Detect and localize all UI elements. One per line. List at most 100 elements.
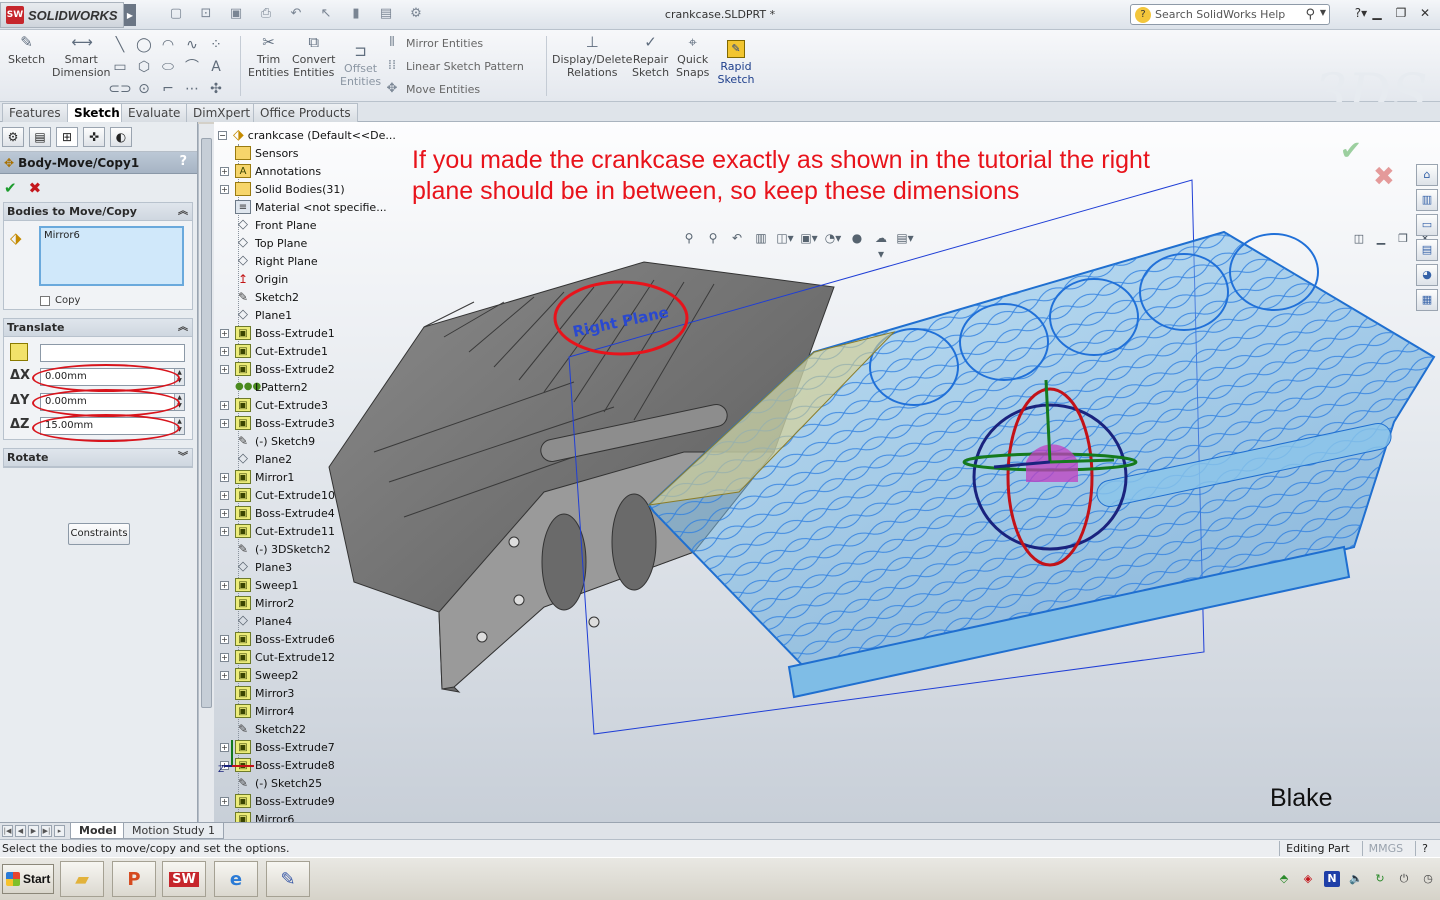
section-view-icon[interactable]: ▥: [752, 230, 770, 246]
tree-item[interactable]: + ▣ Sweep2: [220, 666, 299, 684]
search-dropdown-icon[interactable]: ▼: [1320, 8, 1326, 17]
tree-item[interactable]: + A Annotations: [220, 162, 321, 180]
sketch-picture-icon[interactable]: ✣: [204, 78, 228, 100]
tray-power-icon[interactable]: ⏻: [1396, 871, 1412, 887]
expand-icon[interactable]: +: [220, 328, 229, 338]
first-tab-icon[interactable]: |◀: [2, 825, 13, 837]
panel-scrollbar[interactable]: [198, 124, 214, 822]
taskbar-internet-explorer-icon[interactable]: e: [214, 861, 258, 897]
cancel-x-icon[interactable]: ✖: [29, 179, 42, 197]
confirm-ok-check-icon[interactable]: ✔: [1340, 136, 1362, 166]
tree-item[interactable]: + ▣ Cut-Extrude1: [220, 342, 328, 360]
collapse-icon[interactable]: −: [218, 130, 227, 140]
minimize-icon[interactable]: ▁: [1368, 5, 1386, 21]
text-icon[interactable]: A: [204, 56, 228, 78]
copy-checkbox[interactable]: [40, 295, 50, 306]
collapse-icon[interactable]: ︽: [178, 319, 188, 337]
tree-item[interactable]: + ▣ Cut-Extrude11: [220, 522, 335, 540]
rapid-sketch-command[interactable]: ✎ Rapid Sketch: [714, 36, 758, 88]
expand-icon[interactable]: +: [220, 652, 229, 662]
sketch-command[interactable]: ✎ Sketch: [8, 33, 45, 66]
point-icon[interactable]: ⁘: [204, 34, 228, 56]
property-manager-tab-icon[interactable]: ▤: [29, 127, 51, 147]
custom-properties-icon[interactable]: ▦: [1416, 289, 1438, 311]
view-orientation-icon[interactable]: ◫▾: [776, 230, 794, 246]
tab-dimxpert[interactable]: DimXpert: [186, 103, 258, 122]
undo-icon[interactable]: ↶: [285, 6, 307, 22]
menu-flyout-arrow-icon[interactable]: ▶: [124, 4, 136, 26]
restore-icon[interactable]: ❐: [1392, 5, 1410, 21]
next-tab-icon[interactable]: ▶: [28, 825, 39, 837]
design-library-icon[interactable]: ▥: [1416, 189, 1438, 211]
rotate-group-header[interactable]: Rotate ︾: [4, 449, 192, 467]
rectangle-icon[interactable]: ▭: [108, 56, 132, 78]
expand-icon[interactable]: +: [220, 580, 229, 590]
file-properties-icon[interactable]: ▤: [375, 6, 397, 22]
linear-pattern-command[interactable]: ⁞⁞ Linear Sketch Pattern: [384, 59, 524, 73]
configuration-manager-tab-icon[interactable]: ⊞: [56, 127, 78, 147]
taskbar-explorer-icon[interactable]: ▰: [60, 861, 104, 897]
collapse-icon[interactable]: ︽: [178, 203, 188, 221]
graphics-area[interactable]: Right Plane ⚲ ⚲ ↶ ▥ ◫▾ ▣▾ ◔▾ ● ☁▾ ▤▾ ◫ ▁…: [214, 122, 1440, 822]
taskbar-solidworks-icon[interactable]: SW: [162, 861, 206, 897]
hide-show-items-icon[interactable]: ◔▾: [824, 230, 842, 246]
tree-item[interactable]: + ▣ Mirror1: [220, 468, 294, 486]
tree-item[interactable]: ●●● LPattern2: [220, 378, 308, 396]
slot-icon[interactable]: ⊂⊃: [108, 78, 132, 100]
tree-item[interactable]: ◇ Plane3: [220, 558, 292, 576]
bodies-group-header[interactable]: Bodies to Move/Copy ︽: [4, 203, 192, 221]
smart-dimension-command[interactable]: ⟷ Smart Dimension: [52, 33, 110, 79]
solidworks-resources-icon[interactable]: ⌂: [1416, 164, 1438, 186]
tray-volume-icon[interactable]: 🔈: [1348, 871, 1364, 887]
translate-reference-field[interactable]: [40, 344, 185, 362]
tree-item[interactable]: + ▣ Boss-Extrude3: [220, 414, 335, 432]
expand-icon[interactable]: +: [220, 526, 229, 536]
expand-icon[interactable]: +: [220, 364, 229, 374]
print-icon[interactable]: ⎙: [255, 6, 277, 22]
tree-item[interactable]: + Solid Bodies(31): [220, 180, 345, 198]
tree-item[interactable]: ✎ (-) Sketch9: [220, 432, 315, 450]
expand-icon[interactable]: +: [220, 508, 229, 518]
expand-icon[interactable]: +: [220, 634, 229, 644]
close-icon[interactable]: ✕: [1416, 5, 1434, 21]
spline-icon[interactable]: ∿: [180, 34, 204, 56]
expand-icon[interactable]: +: [220, 346, 229, 356]
search-icon[interactable]: ⚲: [1305, 7, 1315, 22]
tree-item[interactable]: ✎ Sketch2: [220, 288, 299, 306]
tree-item[interactable]: + ▣ Sweep1: [220, 576, 299, 594]
tree-item[interactable]: + ▣ Boss-Extrude4: [220, 504, 335, 522]
tree-item[interactable]: ◇ Top Plane: [220, 234, 307, 252]
confirm-cancel-x-icon[interactable]: ✖: [1373, 162, 1395, 192]
previous-tab-icon[interactable]: ◀: [15, 825, 26, 837]
tree-item[interactable]: + ▣ Boss-Extrude9: [220, 792, 335, 810]
model-scene[interactable]: Right Plane: [214, 122, 1440, 822]
apply-scene-icon[interactable]: ☁▾: [872, 230, 890, 261]
centerpoint-icon[interactable]: ⊙: [132, 78, 156, 100]
tree-item[interactable]: ◇ Plane4: [220, 612, 292, 630]
display-style-icon[interactable]: ▣▾: [800, 230, 818, 246]
offset-entities-command[interactable]: ⊐ Offset Entities: [340, 42, 381, 88]
mirror-entities-command[interactable]: ⫴ Mirror Entities: [384, 36, 483, 50]
appearances-icon[interactable]: ◕: [1416, 264, 1438, 286]
bodies-selection-box[interactable]: Mirror6: [39, 226, 184, 286]
help-button[interactable]: ?: [179, 154, 187, 169]
convert-entities-command[interactable]: ⧉ Convert Entities: [292, 33, 336, 79]
expand-icon[interactable]: +: [220, 166, 229, 176]
tree-item[interactable]: ◇ Plane2: [220, 450, 292, 468]
rebuild-icon[interactable]: ▮: [345, 6, 367, 22]
tab-motion-study-1[interactable]: Motion Study 1: [123, 823, 225, 839]
tree-item[interactable]: ▣ Mirror4: [220, 702, 294, 720]
tab-features[interactable]: Features: [2, 103, 68, 122]
translate-group-header[interactable]: Translate ︽: [4, 319, 192, 337]
new-document-icon[interactable]: ▢: [165, 6, 187, 22]
help-search-box[interactable]: ? Search SolidWorks Help ⚲ ▼: [1130, 4, 1330, 25]
taskbar-powerpoint-icon[interactable]: P: [112, 861, 156, 897]
dimxpert-manager-tab-icon[interactable]: ✜: [83, 127, 105, 147]
open-document-icon[interactable]: ⊡: [195, 6, 217, 22]
tree-item[interactable]: Sensors: [220, 144, 298, 162]
tray-clock-icon[interactable]: ◷: [1420, 871, 1436, 887]
solidworks-logo[interactable]: SW SOLIDWORKS: [0, 2, 124, 28]
tab-office-products[interactable]: Office Products: [253, 103, 358, 122]
tab-evaluate[interactable]: Evaluate: [121, 103, 188, 122]
tree-item[interactable]: ▣ Mirror2: [220, 594, 294, 612]
